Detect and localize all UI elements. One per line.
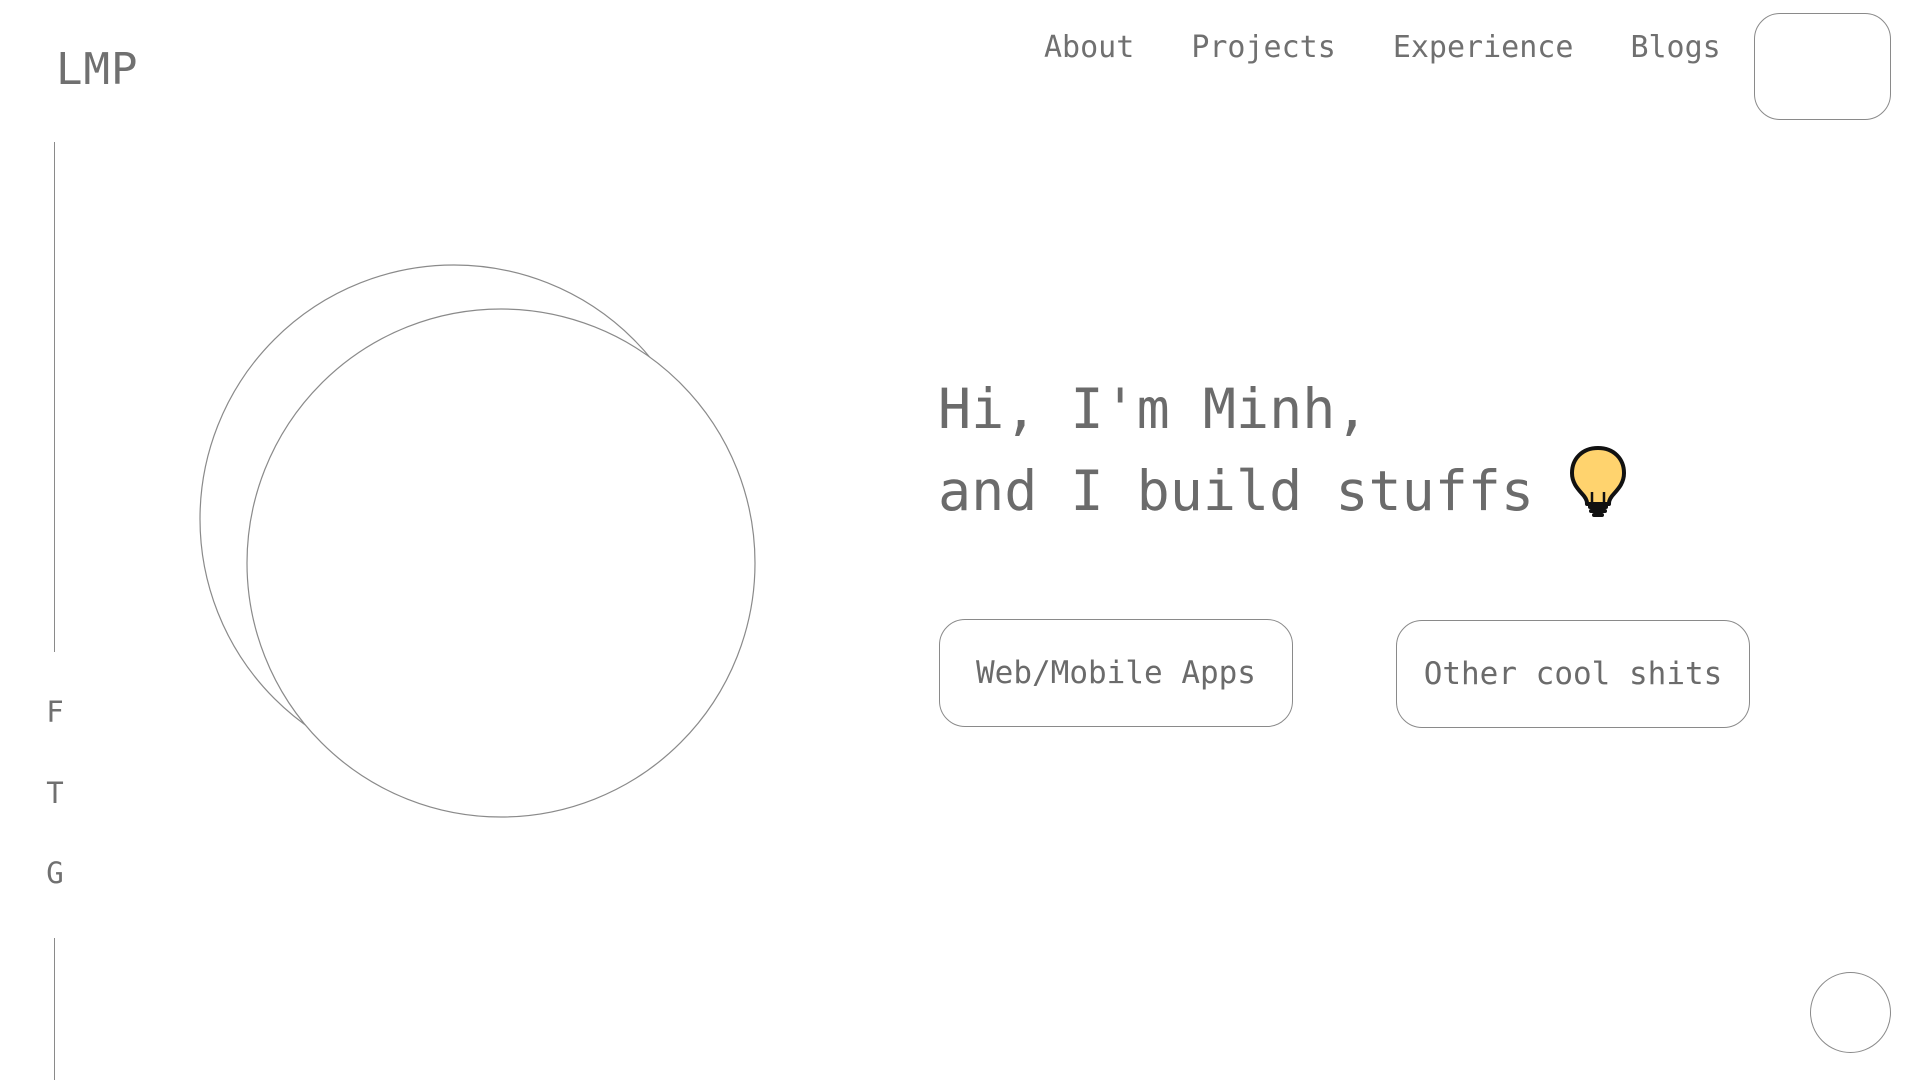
social-rail-line-bottom <box>54 938 55 1080</box>
hero-circle-front <box>246 308 756 818</box>
hero-circles-illustration <box>199 264 756 818</box>
nav-item-projects[interactable]: Projects <box>1191 30 1336 65</box>
social-link-facebook[interactable]: F <box>44 695 66 729</box>
nav-item-blogs[interactable]: Blogs <box>1630 30 1720 65</box>
main-nav: About Projects Experience Blogs <box>1044 30 1721 65</box>
hero-heading: Hi, I'm Minh, and I build stuffs <box>938 368 1534 532</box>
hero-circle-back <box>199 264 709 774</box>
hero-heading-line-1: Hi, I'm Minh, <box>938 377 1369 441</box>
hero-heading-line-2: and I build stuffs <box>938 459 1535 523</box>
menu-toggle-button[interactable] <box>1754 13 1891 120</box>
social-rail-line-top <box>54 142 55 652</box>
lightbulb-icon <box>1570 446 1626 517</box>
page: LMP About Projects Experience Blogs F T … <box>0 0 1920 1080</box>
social-link-twitter[interactable]: T <box>44 776 66 810</box>
scroll-top-button[interactable] <box>1810 972 1891 1053</box>
logo-link[interactable]: LMP <box>56 44 138 95</box>
web-mobile-apps-button[interactable]: Web/Mobile Apps <box>939 619 1293 727</box>
nav-item-about[interactable]: About <box>1044 30 1134 65</box>
social-link-github[interactable]: G <box>44 856 66 890</box>
nav-item-experience[interactable]: Experience <box>1393 30 1574 65</box>
other-cool-stuff-button[interactable]: Other cool shits <box>1396 620 1750 728</box>
